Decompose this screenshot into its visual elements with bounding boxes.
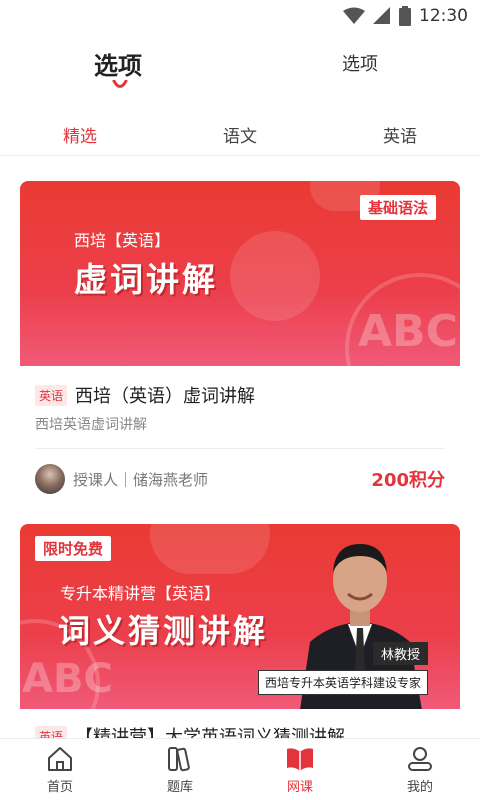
course-price: 200积分 xyxy=(371,470,445,491)
banner-watermark: ABC xyxy=(358,306,458,357)
professor-name-tag: 林教授 xyxy=(373,642,429,665)
teacher-row: 授课人｜储海燕老师 200积分 xyxy=(35,449,445,501)
teacher-name: 授课人｜储海燕老师 xyxy=(73,470,209,489)
course-title[interactable]: 【精讲营】大学英语词义猜测讲解 xyxy=(75,723,345,738)
free-badge: 限时免费 xyxy=(35,536,112,561)
signal-icon xyxy=(373,7,390,24)
top-tab-secondary[interactable]: 选项 xyxy=(342,50,378,76)
subject-tag: 英语 xyxy=(35,384,68,406)
top-tab-bar: 选项 选项 xyxy=(0,40,480,96)
teacher-avatar xyxy=(35,464,65,494)
status-bar: 12:30 xyxy=(0,0,480,32)
nav-label: 我的 xyxy=(406,779,433,795)
subject-tag: 英语 xyxy=(35,725,68,738)
banner-decor xyxy=(150,524,270,574)
course-description: 西培英语虚词讲解 xyxy=(35,417,147,433)
course-banner[interactable]: ABC 限时免费 专升本精讲营【英语】 词义猜测讲解 林教授 西培专升本英语学科… xyxy=(20,524,460,709)
nav-profile[interactable]: 我的 xyxy=(360,739,480,800)
top-tab-primary[interactable]: 选项 xyxy=(94,46,142,81)
status-time: 12:30 xyxy=(419,6,468,26)
course-card[interactable]: ABC 限时免费 专升本精讲营【英语】 词义猜测讲解 林教授 西培专升本英语学科… xyxy=(20,524,460,738)
category-badge: 基础语法 xyxy=(360,195,437,220)
nav-label: 网课 xyxy=(286,779,313,795)
nav-online-course[interactable]: 网课 xyxy=(240,739,360,800)
nav-home[interactable]: 首页 xyxy=(0,739,120,800)
banner-decor xyxy=(230,231,320,321)
nav-label: 题库 xyxy=(166,779,193,795)
battery-icon xyxy=(399,6,411,26)
banner-subtitle: 专升本精讲营【英语】 xyxy=(60,584,221,603)
banner-watermark: ABC xyxy=(22,656,113,702)
user-icon xyxy=(408,746,432,771)
course-info: 英语 西培（英语）虚词讲解 西培英语虚词讲解 授课人｜储海燕老师 200积分 xyxy=(20,366,460,501)
professor-caption: 西培专升本英语学科建设专家 xyxy=(258,670,429,695)
course-card[interactable]: ABC 基础语法 西培【英语】 虚词讲解 英语 西培（英语）虚词讲解 西培英语虚… xyxy=(20,181,460,501)
banner-subtitle: 西培【英语】 xyxy=(74,231,171,250)
nav-question-bank[interactable]: 题库 xyxy=(120,739,240,800)
tab-chinese[interactable]: 语文 xyxy=(200,122,280,147)
wifi-icon xyxy=(343,7,365,24)
nav-label: 首页 xyxy=(46,779,73,795)
tab-english[interactable]: 英语 xyxy=(360,122,440,147)
course-list[interactable]: ABC 基础语法 西培【英语】 虚词讲解 英语 西培（英语）虚词讲解 西培英语虚… xyxy=(0,166,480,738)
banner-title: 虚词讲解 xyxy=(74,260,218,299)
tab-featured[interactable]: 精选 xyxy=(40,122,120,147)
open-book-icon xyxy=(287,747,313,771)
home-icon xyxy=(48,746,72,771)
question-bank-icon xyxy=(168,746,190,771)
course-banner[interactable]: ABC 基础语法 西培【英语】 虚词讲解 xyxy=(20,181,460,366)
banner-title: 词义猜测讲解 xyxy=(58,612,269,650)
bottom-navigation: 首页 题库 网课 我的 xyxy=(0,738,480,800)
course-title[interactable]: 西培（英语）虚词讲解 xyxy=(75,382,255,408)
active-tab-indicator xyxy=(112,80,128,88)
category-tab-bar: 精选 语文 英语 xyxy=(0,112,480,156)
course-info: 英语 【精讲营】大学英语词义猜测讲解 xyxy=(20,709,460,738)
